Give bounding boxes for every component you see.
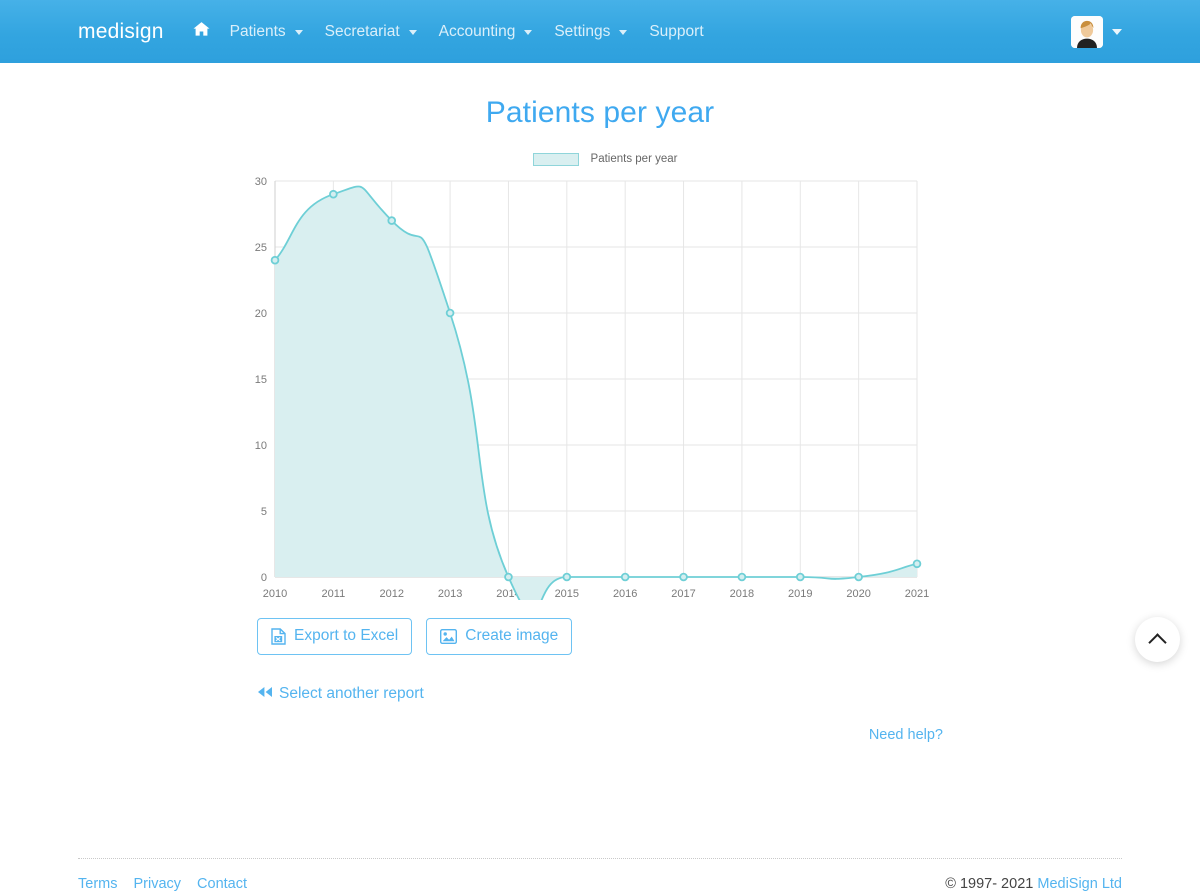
chart-point[interactable] bbox=[854, 572, 863, 582]
chart-point[interactable] bbox=[387, 216, 397, 225]
chart-point[interactable] bbox=[445, 308, 455, 318]
nav-home-link[interactable] bbox=[184, 13, 219, 50]
excel-file-icon bbox=[271, 628, 286, 645]
footer-link-privacy[interactable]: Privacy bbox=[133, 876, 181, 892]
nav-label-support: Support bbox=[649, 22, 704, 40]
footer-link-terms[interactable]: Terms bbox=[78, 876, 117, 892]
svg-text:2021: 2021 bbox=[905, 588, 929, 600]
nav-label-patients: Patients bbox=[229, 22, 286, 40]
svg-text:2016: 2016 bbox=[613, 588, 637, 600]
svg-text:2013: 2013 bbox=[438, 588, 462, 600]
svg-text:25: 25 bbox=[255, 242, 267, 254]
svg-text:2019: 2019 bbox=[788, 588, 812, 600]
footer-content: Terms Privacy Contact © 1997- 2021 MediS… bbox=[78, 876, 1122, 892]
footer-links: Terms Privacy Contact bbox=[78, 876, 247, 892]
brand-logo[interactable]: medisign bbox=[78, 20, 164, 44]
svg-text:2018: 2018 bbox=[730, 588, 754, 600]
chart-point[interactable] bbox=[795, 572, 805, 582]
chart-container: Patients per year 0 5 10 15 20 25 30 2010 2011 20… bbox=[250, 148, 950, 600]
svg-text:10: 10 bbox=[255, 440, 267, 452]
chart-point[interactable] bbox=[737, 572, 747, 582]
legend-swatch bbox=[532, 152, 579, 166]
chevron-down-icon bbox=[619, 30, 628, 35]
select-report-row: Select another report bbox=[257, 685, 1200, 703]
copyright: © 1997- 2021 MediSign Ltd bbox=[945, 876, 1122, 892]
nav-label-settings: Settings bbox=[554, 22, 611, 40]
footer-link-contact[interactable]: Contact bbox=[197, 876, 247, 892]
page-title: Patients per year bbox=[485, 96, 715, 129]
svg-text:2015: 2015 bbox=[555, 588, 579, 600]
svg-text:15: 15 bbox=[255, 374, 267, 386]
chart-point[interactable] bbox=[912, 559, 922, 569]
need-help-row: Need help? bbox=[0, 726, 1200, 743]
svg-text:20: 20 bbox=[255, 308, 267, 320]
legend-label: Patients per year bbox=[590, 153, 678, 165]
main-navbar: medisign Patients Secretariat Accounting… bbox=[0, 0, 1200, 63]
chart-plot-area[interactable]: 0 5 10 15 20 25 30 2010 2011 2012 2013 2014 2015 2016… bbox=[250, 170, 950, 600]
nav-items: Patients Secretariat Accounting Settings… bbox=[184, 13, 715, 50]
chevron-down-icon bbox=[294, 30, 303, 35]
page-footer: Terms Privacy Contact © 1997- 2021 MediS… bbox=[0, 858, 1200, 892]
chart-point[interactable] bbox=[270, 255, 280, 265]
nav-item-patients[interactable]: Patients bbox=[219, 15, 314, 49]
chart-point[interactable] bbox=[504, 572, 513, 582]
chevron-up-icon bbox=[1148, 632, 1167, 652]
report-actions: Export to Excel Create image bbox=[257, 618, 1200, 655]
chevron-down-icon[interactable] bbox=[1112, 28, 1122, 35]
nav-label-secretariat: Secretariat bbox=[324, 22, 400, 40]
account-menu[interactable] bbox=[1071, 15, 1122, 48]
chart-point[interactable] bbox=[329, 189, 338, 199]
svg-text:2017: 2017 bbox=[671, 588, 695, 600]
home-icon bbox=[193, 21, 210, 42]
footer-divider bbox=[78, 858, 1122, 859]
create-image-label: Create image bbox=[465, 627, 559, 644]
nav-item-settings[interactable]: Settings bbox=[543, 15, 638, 49]
select-another-report-link[interactable]: Select another report bbox=[257, 685, 424, 703]
svg-text:2011: 2011 bbox=[322, 588, 346, 600]
chart-point[interactable] bbox=[679, 572, 688, 582]
image-icon bbox=[440, 628, 458, 644]
export-to-excel-button[interactable]: Export to Excel bbox=[257, 618, 413, 655]
nav-item-secretariat[interactable]: Secretariat bbox=[314, 15, 428, 49]
svg-text:30: 30 bbox=[255, 176, 267, 188]
create-image-button[interactable]: Create image bbox=[426, 618, 573, 655]
svg-text:5: 5 bbox=[261, 506, 267, 518]
svg-text:2012: 2012 bbox=[379, 588, 403, 600]
chart-legend: Patients per year bbox=[260, 148, 950, 170]
chart-point[interactable] bbox=[620, 572, 630, 582]
select-another-report-label: Select another report bbox=[279, 684, 424, 702]
rewind-icon bbox=[257, 685, 273, 703]
export-to-excel-label: Export to Excel bbox=[294, 627, 399, 644]
nav-label-accounting: Accounting bbox=[438, 22, 516, 40]
nav-item-support[interactable]: Support bbox=[638, 15, 714, 49]
page-body: Patients per year Patients per year 0 5 10… bbox=[0, 63, 1200, 892]
nav-item-accounting[interactable]: Accounting bbox=[428, 15, 544, 49]
svg-text:0: 0 bbox=[261, 572, 267, 584]
avatar[interactable] bbox=[1071, 15, 1103, 48]
copyright-text: © 1997- 2021 bbox=[945, 876, 1038, 892]
svg-text:2010: 2010 bbox=[263, 588, 287, 600]
chevron-down-icon bbox=[524, 30, 533, 35]
patients-per-year-area-chart[interactable]: 0510152025302010 2011 2012 2013 2014 2015 2016… bbox=[250, 170, 950, 600]
svg-text:2020: 2020 bbox=[846, 588, 870, 600]
need-help-link[interactable]: Need help? bbox=[869, 727, 943, 743]
chart-point[interactable] bbox=[562, 572, 572, 582]
company-link[interactable]: MediSign Ltd bbox=[1037, 876, 1122, 892]
scroll-to-top-button[interactable] bbox=[1135, 617, 1180, 662]
chevron-down-icon bbox=[408, 30, 417, 35]
